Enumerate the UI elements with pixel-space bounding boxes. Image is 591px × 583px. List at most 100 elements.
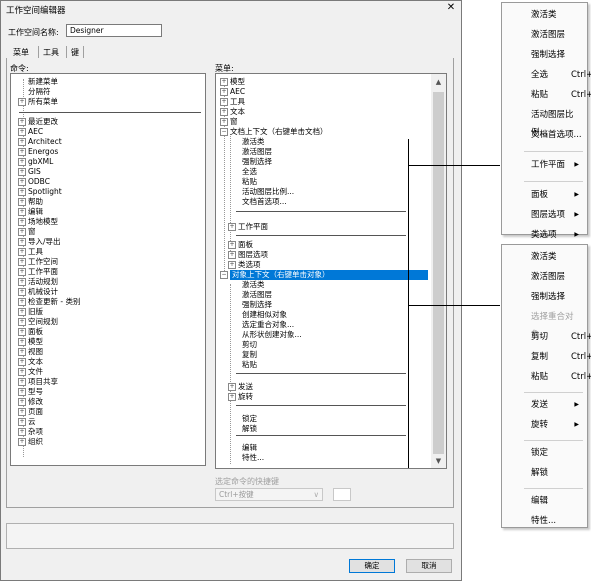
command-item[interactable]: + 修改 bbox=[18, 397, 43, 407]
menu-command-item[interactable]: 特性... bbox=[242, 453, 264, 463]
context-menu-item[interactable]: 激活类 bbox=[502, 248, 587, 266]
menu-command-item[interactable]: 锁定 bbox=[242, 414, 257, 424]
menu-command-item[interactable]: 编辑 bbox=[242, 443, 257, 453]
context-menu-item[interactable]: 活动图层比例... bbox=[502, 106, 587, 138]
command-item[interactable]: + 场地模型 bbox=[18, 217, 58, 227]
command-item[interactable]: + 型号 bbox=[18, 387, 43, 397]
expand-icon[interactable]: + bbox=[18, 308, 26, 316]
expand-icon[interactable]: + bbox=[18, 128, 26, 136]
context-menu-item[interactable]: 旋转 ▶ bbox=[502, 416, 587, 434]
workspace-name-input[interactable]: Designer bbox=[66, 24, 162, 37]
expand-icon[interactable]: + bbox=[18, 178, 26, 186]
context-menu-item[interactable]: 粘贴 Ctrl+V bbox=[502, 368, 591, 386]
menu-node[interactable]: + 旋转 bbox=[228, 392, 253, 402]
scroll-up-icon[interactable]: ▲ bbox=[431, 75, 446, 89]
command-item[interactable]: + 页面 bbox=[18, 407, 43, 417]
command-item[interactable]: + 所有菜单 bbox=[18, 97, 58, 107]
expand-icon[interactable]: + bbox=[18, 348, 26, 356]
command-item[interactable]: + 空间规划 bbox=[18, 317, 58, 327]
menu-separator[interactable] bbox=[236, 235, 406, 236]
expand-icon[interactable]: + bbox=[18, 238, 26, 246]
menu-node[interactable]: + 发送 bbox=[228, 382, 253, 392]
expand-icon[interactable]: + bbox=[18, 138, 26, 146]
expand-icon[interactable]: + bbox=[18, 168, 26, 176]
expand-icon[interactable]: + bbox=[18, 398, 26, 406]
command-item[interactable]: + 活动规划 bbox=[18, 277, 58, 287]
context-menu-item[interactable]: 特性... bbox=[502, 512, 587, 530]
expand-icon[interactable]: + bbox=[18, 228, 26, 236]
expand-icon[interactable]: + bbox=[18, 148, 26, 156]
collapse-icon[interactable]: − bbox=[220, 128, 228, 136]
command-item[interactable]: + gbXML bbox=[18, 157, 53, 167]
command-item[interactable]: + 检查更新 - 类别 bbox=[18, 297, 80, 307]
menu-command-item[interactable]: 激活图层 bbox=[242, 290, 272, 300]
menu-command-item[interactable]: 粘贴 bbox=[242, 177, 257, 187]
context-menu-item[interactable]: 激活图层 bbox=[502, 268, 587, 286]
menu-command-item[interactable]: 激活类 bbox=[242, 137, 265, 147]
command-item[interactable]: + GIS bbox=[18, 167, 41, 177]
expand-icon[interactable]: + bbox=[228, 383, 236, 391]
expand-icon[interactable]: + bbox=[18, 328, 26, 336]
menu-node[interactable]: + 窗 bbox=[220, 117, 238, 127]
context-menu-item[interactable]: 强制选择 bbox=[502, 288, 587, 306]
menu-command-item[interactable]: 从形状创建对象... bbox=[242, 330, 302, 340]
expand-icon[interactable]: + bbox=[18, 418, 26, 426]
context-menu-item[interactable]: 粘贴 Ctrl+V bbox=[502, 86, 591, 104]
scroll-thumb[interactable] bbox=[433, 92, 444, 454]
command-item[interactable]: + 机械设计 bbox=[18, 287, 58, 297]
expand-icon[interactable]: + bbox=[18, 188, 26, 196]
command-item[interactable]: + 工具 bbox=[18, 247, 43, 257]
scroll-down-icon[interactable]: ▼ bbox=[431, 454, 446, 468]
command-item[interactable]: + 模型 bbox=[18, 337, 43, 347]
expand-icon[interactable]: + bbox=[228, 223, 236, 231]
expand-icon[interactable]: + bbox=[220, 98, 228, 106]
collapse-icon[interactable]: − bbox=[220, 271, 228, 279]
command-item[interactable]: + 文本 bbox=[18, 357, 43, 367]
context-menu-item[interactable]: 文档首选项... bbox=[502, 126, 587, 144]
context-menu-item[interactable]: 锁定 bbox=[502, 444, 587, 462]
command-item[interactable]: 分隔符 bbox=[28, 87, 51, 97]
context-menu-item[interactable]: 面板 ▶ bbox=[502, 186, 587, 204]
context-menu-item[interactable]: 剪切 Ctrl+X bbox=[502, 328, 591, 346]
menu-command-item[interactable]: 粘贴 bbox=[242, 360, 257, 370]
menu-node[interactable]: + 面板 bbox=[228, 240, 253, 250]
expand-icon[interactable]: + bbox=[228, 261, 236, 269]
command-item[interactable]: + 最近更改 bbox=[18, 117, 58, 127]
context-menu-item[interactable]: 图层选项 ▶ bbox=[502, 206, 587, 224]
menu-command-item[interactable]: 解锁 bbox=[242, 424, 257, 434]
command-item[interactable]: + 工作空间 bbox=[18, 257, 58, 267]
context-menu-item[interactable]: 编辑 bbox=[502, 492, 587, 510]
expand-icon[interactable]: + bbox=[228, 393, 236, 401]
menu-node[interactable]: + 文本 bbox=[220, 107, 245, 117]
menu-command-item[interactable]: 活动图层比例... bbox=[242, 187, 294, 197]
ok-button[interactable]: 确定 bbox=[349, 559, 395, 573]
menu-node[interactable]: + 图层选项 bbox=[228, 250, 268, 260]
command-item[interactable]: + Architect bbox=[18, 137, 62, 147]
context-menu-item[interactable]: 复制 Ctrl+C bbox=[502, 348, 591, 366]
command-item[interactable]: 新建菜单 bbox=[28, 77, 58, 87]
expand-icon[interactable]: + bbox=[18, 98, 26, 106]
menu-command-item[interactable]: 复制 bbox=[242, 350, 257, 360]
menu-command-item[interactable]: 激活图层 bbox=[242, 147, 272, 157]
menu-command-item[interactable]: 创建相似对象 bbox=[242, 310, 287, 320]
expand-icon[interactable]: + bbox=[18, 258, 26, 266]
expand-icon[interactable]: + bbox=[18, 278, 26, 286]
shortcut-key-input[interactable] bbox=[333, 488, 351, 501]
expand-icon[interactable]: + bbox=[220, 88, 228, 96]
menu-node[interactable]: − 文档上下文（右键单击文档） bbox=[220, 127, 328, 137]
cancel-button[interactable]: 取消 bbox=[406, 559, 452, 573]
command-item[interactable]: + 帮助 bbox=[18, 197, 43, 207]
expand-icon[interactable]: + bbox=[228, 251, 236, 259]
command-item[interactable]: + 编辑 bbox=[18, 207, 43, 217]
expand-icon[interactable]: + bbox=[18, 438, 26, 446]
expand-icon[interactable]: + bbox=[18, 208, 26, 216]
command-item[interactable]: + 窗 bbox=[18, 227, 36, 237]
command-item[interactable]: + 导入/导出 bbox=[18, 237, 61, 247]
expand-icon[interactable]: + bbox=[18, 158, 26, 166]
expand-icon[interactable]: + bbox=[18, 298, 26, 306]
command-item[interactable]: + Spotlight bbox=[18, 187, 62, 197]
expand-icon[interactable]: + bbox=[18, 198, 26, 206]
command-item[interactable]: + 工作平面 bbox=[18, 267, 58, 277]
command-item[interactable]: + 文件 bbox=[18, 367, 43, 377]
menu-command-item[interactable]: 文档首选项... bbox=[242, 197, 287, 207]
